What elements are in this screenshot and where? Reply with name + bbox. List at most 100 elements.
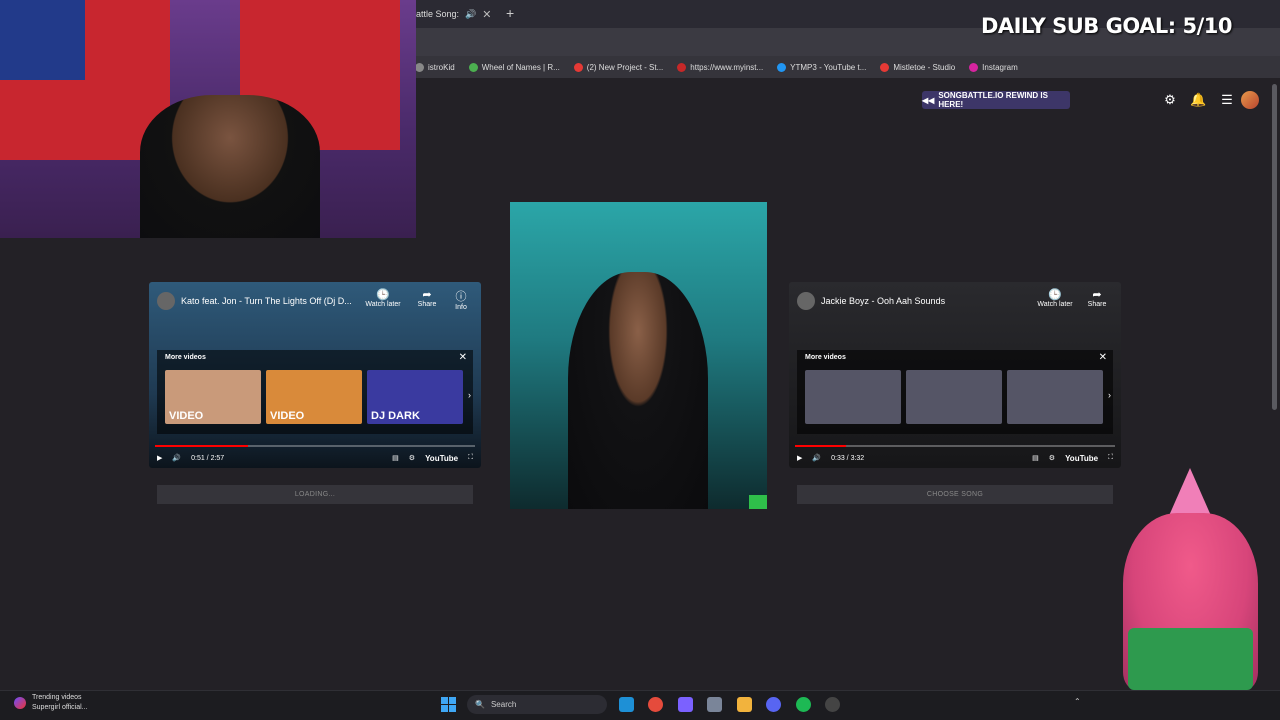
time-display: 0:51 / 2:57 <box>191 454 225 462</box>
host-webcam <box>510 202 767 509</box>
windows-taskbar <box>0 690 1280 720</box>
player-controls: ▶ 🔊 0:51 / 2:57 ▤ ⚙ YouTube ⛶ <box>157 451 473 465</box>
player-controls: ▶ 🔊 0:33 / 3:32 ▤ ⚙ YouTube ⛶ <box>797 451 1113 465</box>
streamer-webcam <box>0 0 416 238</box>
suggested-video-thumb[interactable] <box>1007 370 1103 424</box>
rewind-icon: ◀◀ <box>922 95 935 105</box>
file-explorer-icon[interactable] <box>737 697 752 712</box>
green-badge <box>749 495 767 509</box>
suggested-video-thumb[interactable]: VIDEO <box>165 370 261 424</box>
search-icon: 🔍 <box>475 700 485 709</box>
bookmark-item[interactable]: Mistletoe - Studio <box>880 62 956 72</box>
spotify-icon[interactable] <box>796 697 811 712</box>
captions-icon[interactable]: ▤ <box>1032 454 1039 462</box>
streamer-figure <box>140 95 320 238</box>
choose-song-button[interactable]: CHOOSE SONG <box>797 485 1113 504</box>
youtube-logo[interactable]: YouTube <box>1065 454 1098 463</box>
patrick-costume-overlay <box>1108 468 1268 690</box>
suggested-video-thumb[interactable]: DJ DARK <box>367 370 463 424</box>
bookmark-favicon-icon <box>468 62 478 72</box>
bookmark-item[interactable]: (2) New Project - St... <box>573 62 664 72</box>
more-videos-panel: More videos ✕ VIDEO VIDEO DJ DARK › <box>157 350 473 434</box>
bookmark-item[interactable]: Instagram <box>969 62 1018 72</box>
info-button[interactable]: ⓘ Info <box>441 288 481 311</box>
chevron-right-icon[interactable]: › <box>468 390 471 400</box>
taskbar-search[interactable]: 🔍 Search <box>467 695 607 714</box>
more-videos-label: More videos <box>165 354 206 361</box>
menu-hamburger-icon[interactable]: ☰ <box>1219 92 1235 108</box>
video-progress-bar[interactable] <box>795 445 1115 447</box>
user-avatar[interactable] <box>1241 91 1259 109</box>
volume-icon[interactable]: 🔊 <box>172 454 181 462</box>
edge-icon[interactable] <box>619 697 634 712</box>
settings-gear-icon[interactable]: ⚙ <box>1162 92 1178 108</box>
right-video-player[interactable]: Jackie Boyz - Ooh Aah Sounds 🕒 Watch late… <box>789 282 1121 468</box>
bookmark-favicon-icon <box>777 62 787 72</box>
settings-app-icon[interactable] <box>707 697 722 712</box>
channel-avatar[interactable] <box>797 292 815 310</box>
captions-icon[interactable]: ▤ <box>392 454 399 462</box>
bookmark-label: YTMP3 - YouTube t... <box>790 62 867 72</box>
volume-icon[interactable]: 🔊 <box>812 454 821 462</box>
news-line2: Supergirl official... <box>32 704 88 711</box>
video-progress-bar[interactable] <box>155 445 475 447</box>
suggested-video-thumb[interactable] <box>805 370 901 424</box>
tray-chevron-icon[interactable]: ⌃ <box>1074 697 1081 706</box>
clock-icon: 🕒 <box>376 289 390 301</box>
bookmark-label: https://www.myinst... <box>690 62 764 72</box>
discord-icon[interactable] <box>766 697 781 712</box>
info-icon: ⓘ <box>455 291 467 303</box>
left-video-title[interactable]: Kato feat. Jon - Turn The Lights Off (Dj… <box>157 292 352 310</box>
rewind-label: SONGBATTLE.IO REWIND IS HERE! <box>938 91 1048 109</box>
news-icon <box>14 697 26 709</box>
tab-title: Battle Song: <box>410 9 460 19</box>
browser-tab[interactable]: Battle Song: 🔊 ✕ <box>410 4 500 24</box>
bookmark-favicon-icon <box>573 62 583 72</box>
watch-later-button[interactable]: 🕒 Watch later <box>1035 288 1075 308</box>
clock-icon: 🕒 <box>1048 289 1062 301</box>
youtube-logo[interactable]: YouTube <box>425 454 458 463</box>
chrome-icon[interactable] <box>648 697 663 712</box>
windows-start-icon[interactable] <box>441 697 456 712</box>
page-scrollbar[interactable] <box>1272 84 1277 410</box>
play-icon[interactable]: ▶ <box>157 454 162 462</box>
host-figure <box>568 272 708 509</box>
settings-icon[interactable]: ⚙ <box>409 454 415 462</box>
bookmark-favicon-icon <box>415 62 424 72</box>
fullscreen-icon[interactable]: ⛶ <box>1108 454 1113 462</box>
channel-avatar[interactable] <box>157 292 175 310</box>
news-widget[interactable]: Trending videos Supergirl official... <box>14 693 88 713</box>
play-icon[interactable]: ▶ <box>797 454 802 462</box>
left-video-player[interactable]: Kato feat. Jon - Turn The Lights Off (Dj… <box>149 282 481 468</box>
notifications-bell-icon[interactable]: 🔔 <box>1190 92 1206 108</box>
share-icon: ➦ <box>1092 289 1102 301</box>
suggested-video-thumb[interactable] <box>906 370 1002 424</box>
bookmark-item[interactable]: https://www.myinst... <box>677 62 764 72</box>
time-display: 0:33 / 3:32 <box>831 454 865 462</box>
bookmark-label: Wheel of Names | R... <box>481 62 560 72</box>
fullscreen-icon[interactable]: ⛶ <box>468 454 473 462</box>
copilot-icon[interactable] <box>678 697 693 712</box>
new-tab-button[interactable]: + <box>506 5 514 21</box>
search-placeholder: Search <box>490 700 517 709</box>
tab-audio-icon[interactable]: 🔊 <box>465 9 476 20</box>
close-icon[interactable]: ✕ <box>1099 352 1107 363</box>
suggested-video-thumb[interactable]: VIDEO <box>266 370 362 424</box>
watch-later-button[interactable]: 🕒 Watch later <box>363 288 403 308</box>
bookmark-item[interactable]: YTMP3 - YouTube t... <box>777 62 867 72</box>
rewind-banner-button[interactable]: ◀◀ SONGBATTLE.IO REWIND IS HERE! <box>922 91 1070 109</box>
bookmark-label: (2) New Project - St... <box>586 62 664 72</box>
tab-close-icon[interactable]: ✕ <box>482 8 491 21</box>
settings-icon[interactable]: ⚙ <box>1049 454 1055 462</box>
news-line1: Trending videos <box>32 694 82 701</box>
share-button[interactable]: ➦ Share <box>1077 288 1117 308</box>
bookmark-favicon-icon <box>880 62 890 72</box>
bookmark-label: Mistletoe - Studio <box>893 62 956 72</box>
bookmark-item[interactable]: istroKid <box>415 62 455 72</box>
chevron-right-icon[interactable]: › <box>1108 390 1111 400</box>
obs-icon[interactable] <box>825 697 840 712</box>
left-status-button[interactable]: LOADING... <box>157 485 473 504</box>
close-icon[interactable]: ✕ <box>459 352 467 363</box>
right-video-title[interactable]: Jackie Boyz - Ooh Aah Sounds <box>797 292 945 310</box>
bookmark-item[interactable]: Wheel of Names | R... <box>468 62 560 72</box>
